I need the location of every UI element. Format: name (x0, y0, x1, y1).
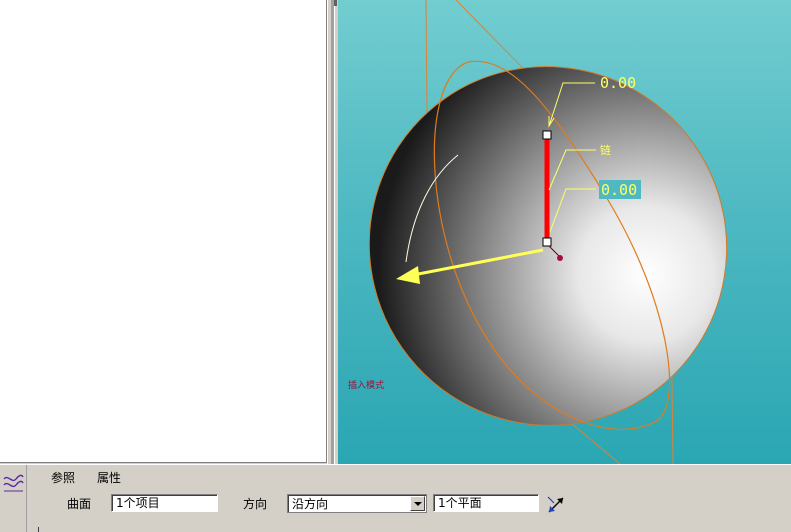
model-tree-panel[interactable] (0, 0, 327, 463)
model-canvas[interactable]: 0.00 链 0.00 插入模式 (338, 0, 791, 464)
ellipsoid-surface (368, 66, 728, 426)
tab-properties[interactable]: 属性 (97, 469, 121, 487)
direction-select[interactable]: 沿方向 (287, 494, 427, 513)
surface-label: 曲面 (67, 497, 92, 511)
dashboard-icon-cell (0, 465, 27, 532)
dimension-top-label[interactable]: 0.00 (600, 74, 636, 92)
graphics-viewport[interactable]: 0.00 链 0.00 插入模式 (338, 0, 791, 464)
dimension-mid-label[interactable]: 0.00 (601, 181, 637, 199)
tab-references[interactable]: 参照 (51, 469, 75, 487)
chevron-down-icon[interactable] (410, 496, 425, 511)
direction-label: 方向 (243, 497, 268, 511)
direction-select-value: 沿方向 (292, 497, 329, 511)
wave-surface-icon (3, 474, 24, 492)
chain-handle-bottom[interactable] (542, 237, 552, 247)
origin-point (557, 255, 563, 261)
chain-label: 链 (600, 143, 611, 157)
plane-collector-field[interactable]: 1个平面 (433, 494, 539, 512)
surface-collector-field[interactable]: 1个项目 (111, 494, 218, 512)
panel-splitter[interactable] (327, 0, 338, 464)
feature-dashboard: 参照 属性 曲面 1个项目 方向 沿方向 1个平面 (0, 464, 791, 532)
chain-handle-top[interactable] (542, 130, 552, 140)
flip-direction-icon[interactable] (545, 493, 567, 515)
mode-status-text: 插入模式 (348, 379, 384, 391)
